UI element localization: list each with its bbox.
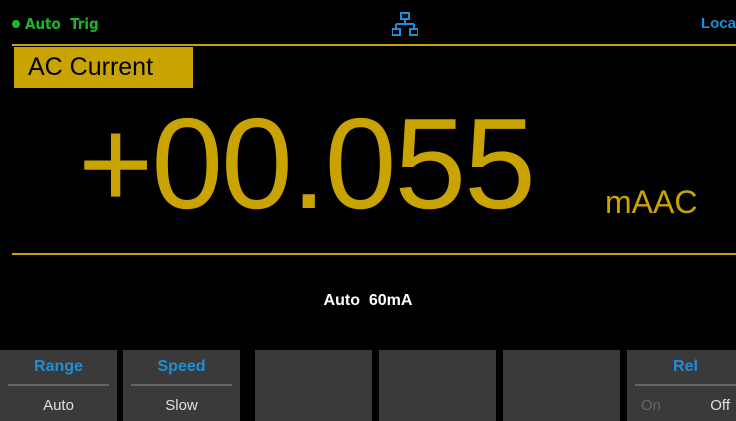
softkey-3[interactable] <box>255 350 372 421</box>
softkey-rel-label: Rel <box>673 358 698 375</box>
softkey-separator <box>131 384 232 386</box>
remote-local-status: Loca <box>700 15 736 32</box>
softkey-separator <box>8 384 109 386</box>
softkey-separator <box>635 384 736 386</box>
softkey-rel-on: On <box>641 397 662 414</box>
softkey-rel-off: Off <box>710 397 730 414</box>
softkey-5[interactable] <box>503 350 620 421</box>
softkey-bar: Range Auto Speed Slow Rel On Off <box>0 350 736 421</box>
range-info: Auto 60mA <box>323 292 413 309</box>
measurement-value: +00.055 <box>78 92 536 236</box>
trigger-status-label: Auto Trig <box>25 15 99 33</box>
softkey-rel[interactable]: Rel On Off <box>627 350 736 421</box>
softkey-range-value: Auto <box>43 397 74 414</box>
softkey-4[interactable] <box>379 350 496 421</box>
function-label: AC Current <box>14 47 193 88</box>
dmm-screen: Auto Trig Loca AC Current +00.055 mAAC A… <box>0 0 736 421</box>
softkey-speed[interactable]: Speed Slow <box>123 350 240 421</box>
middle-divider <box>12 253 736 255</box>
softkey-speed-label: Speed <box>157 358 206 375</box>
softkey-range[interactable]: Range Auto <box>0 350 117 421</box>
measurement-unit: mAAC <box>605 184 698 220</box>
status-bar: Auto Trig Loca <box>0 0 736 44</box>
top-divider <box>12 44 736 46</box>
trigger-status: Auto Trig <box>12 15 99 33</box>
trigger-indicator-icon <box>12 20 20 28</box>
softkey-speed-value: Slow <box>165 397 198 414</box>
softkey-range-label: Range <box>34 358 83 375</box>
lan-icon <box>392 12 418 36</box>
